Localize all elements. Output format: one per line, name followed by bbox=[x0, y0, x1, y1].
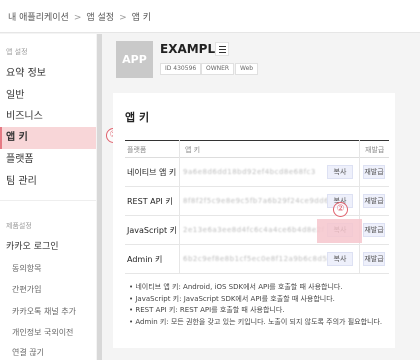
annotation-marker-2: ② bbox=[333, 202, 348, 217]
sidebar-subitem-unlink[interactable]: 연결 끊기 bbox=[0, 347, 96, 358]
app-name: EXAMPLE bbox=[160, 42, 224, 56]
breadcrumb-separator: > bbox=[73, 13, 82, 23]
app-key-value: 6b2c9ef8e8b1cf5ec0e8f12a9b6c8d5e6 bbox=[183, 255, 338, 263]
platform-tag: Web bbox=[235, 63, 259, 75]
sidebar: 앱 설정 요약 정보 일반 비즈니스 앱 키 플랫폼 팀 관리 제품설정 카카오… bbox=[0, 34, 96, 360]
reissue-button[interactable]: 재발급 bbox=[363, 165, 385, 179]
note-admin: • Admin 키: 모든 권한을 갖고 있는 키입니다. 노출이 되지 않도록… bbox=[129, 317, 383, 326]
column-divider bbox=[179, 140, 180, 274]
reissue-button[interactable]: 재발급 bbox=[363, 223, 385, 237]
sidebar-section-product-settings: 제품설정 bbox=[6, 222, 32, 230]
note-native: • 네이티브 앱 키: Android, iOS SDK에서 API를 호출할 … bbox=[129, 283, 343, 291]
platform-label: REST API 키 bbox=[127, 197, 173, 206]
copy-button[interactable]: 복사 bbox=[327, 252, 353, 266]
breadcrumb-app-key: 앱 키 bbox=[131, 13, 152, 23]
app-key-value: 8f8f2f5c9e8e9c5fb7a6b29f24ce9dd6a bbox=[183, 197, 334, 205]
note-javascript: • JavaScript 키: JavaScript SDK에서 API를 호출… bbox=[129, 294, 335, 303]
table-header: 플랫폼 앱 키 재발급 bbox=[125, 140, 389, 158]
platform-label: JavaScript 키 bbox=[127, 226, 178, 235]
app-key-value: 9a6e8d6dd18bd92ef4bcd8e68fc3 bbox=[183, 168, 316, 176]
sidebar-section-app-settings: 앱 설정 bbox=[6, 48, 28, 56]
sidebar-divider bbox=[0, 200, 96, 201]
breadcrumb: 내 애플리케이션 > 앱 설정 > 앱 키 bbox=[0, 0, 420, 33]
table-row: Admin 키 6b2c9ef8e8b1cf5ec0e8f12a9b6c8d5e… bbox=[125, 245, 389, 274]
copy-highlight bbox=[317, 219, 362, 243]
column-platform: 플랫폼 bbox=[127, 146, 147, 154]
column-key: 앱 키 bbox=[185, 146, 201, 154]
table-row: 네이티브 앱 키 9a6e8d6dd18bd92ef4bcd8e68fc3 복사… bbox=[125, 158, 389, 187]
breadcrumb-app-settings[interactable]: 앱 설정 bbox=[86, 13, 114, 23]
sidebar-item-general[interactable]: 일반 bbox=[0, 85, 96, 107]
app-header: APP EXAMPLE ID 430596 OWNER Web bbox=[103, 34, 420, 82]
app-key-value: 2e13e6a3ee8d4fc6c4a4ce6b4d8e2f bbox=[183, 226, 325, 234]
sidebar-item-platform[interactable]: 플랫폼 bbox=[0, 149, 96, 171]
breadcrumb-my-apps[interactable]: 내 애플리케이션 bbox=[8, 13, 69, 23]
sidebar-item-summary[interactable]: 요약 정보 bbox=[0, 63, 96, 85]
column-reissue: 재발급 bbox=[365, 146, 385, 154]
card-title: 앱 키 bbox=[125, 111, 150, 124]
reissue-button[interactable]: 재발급 bbox=[363, 252, 385, 266]
sidebar-item-business[interactable]: 비즈니스 bbox=[0, 106, 96, 128]
breadcrumb-separator: > bbox=[119, 13, 127, 23]
table-row: REST API 키 8f8f2f5c9e8e9c5fb7a6b29f24ce9… bbox=[125, 187, 389, 216]
platform-label: 네이티브 앱 키 bbox=[127, 168, 177, 177]
sidebar-scrollbar[interactable] bbox=[97, 34, 102, 360]
sidebar-item-kakao-login[interactable]: 카카오 로그인 bbox=[0, 236, 96, 258]
sidebar-subitem-consent[interactable]: 동의항목 bbox=[0, 263, 96, 274]
copy-button[interactable]: 복사 bbox=[327, 165, 353, 179]
app-logo: APP bbox=[116, 41, 153, 78]
list-menu-icon[interactable] bbox=[215, 42, 229, 56]
platform-label: Admin 키 bbox=[127, 255, 163, 264]
app-id-tag: ID 430596 bbox=[160, 63, 202, 75]
owner-tag: OWNER bbox=[201, 63, 235, 75]
column-divider bbox=[359, 140, 360, 274]
reissue-button[interactable]: 재발급 bbox=[363, 194, 385, 208]
note-rest-api: • REST API 키: REST API를 호출할 때 사용합니다. bbox=[129, 306, 285, 314]
sidebar-item-team[interactable]: 팀 관리 bbox=[0, 171, 96, 193]
app-key-notes: • 네이티브 앱 키: Android, iOS SDK에서 API를 호출할 … bbox=[129, 282, 391, 328]
sidebar-subitem-channel[interactable]: 카카오톡 채널 추가 bbox=[0, 306, 96, 317]
sidebar-subitem-overseas[interactable]: 개인정보 국외이전 bbox=[0, 327, 96, 338]
sidebar-item-app-key[interactable]: 앱 키 bbox=[0, 127, 96, 149]
sidebar-subitem-easy-signup[interactable]: 간편가입 bbox=[0, 284, 96, 295]
